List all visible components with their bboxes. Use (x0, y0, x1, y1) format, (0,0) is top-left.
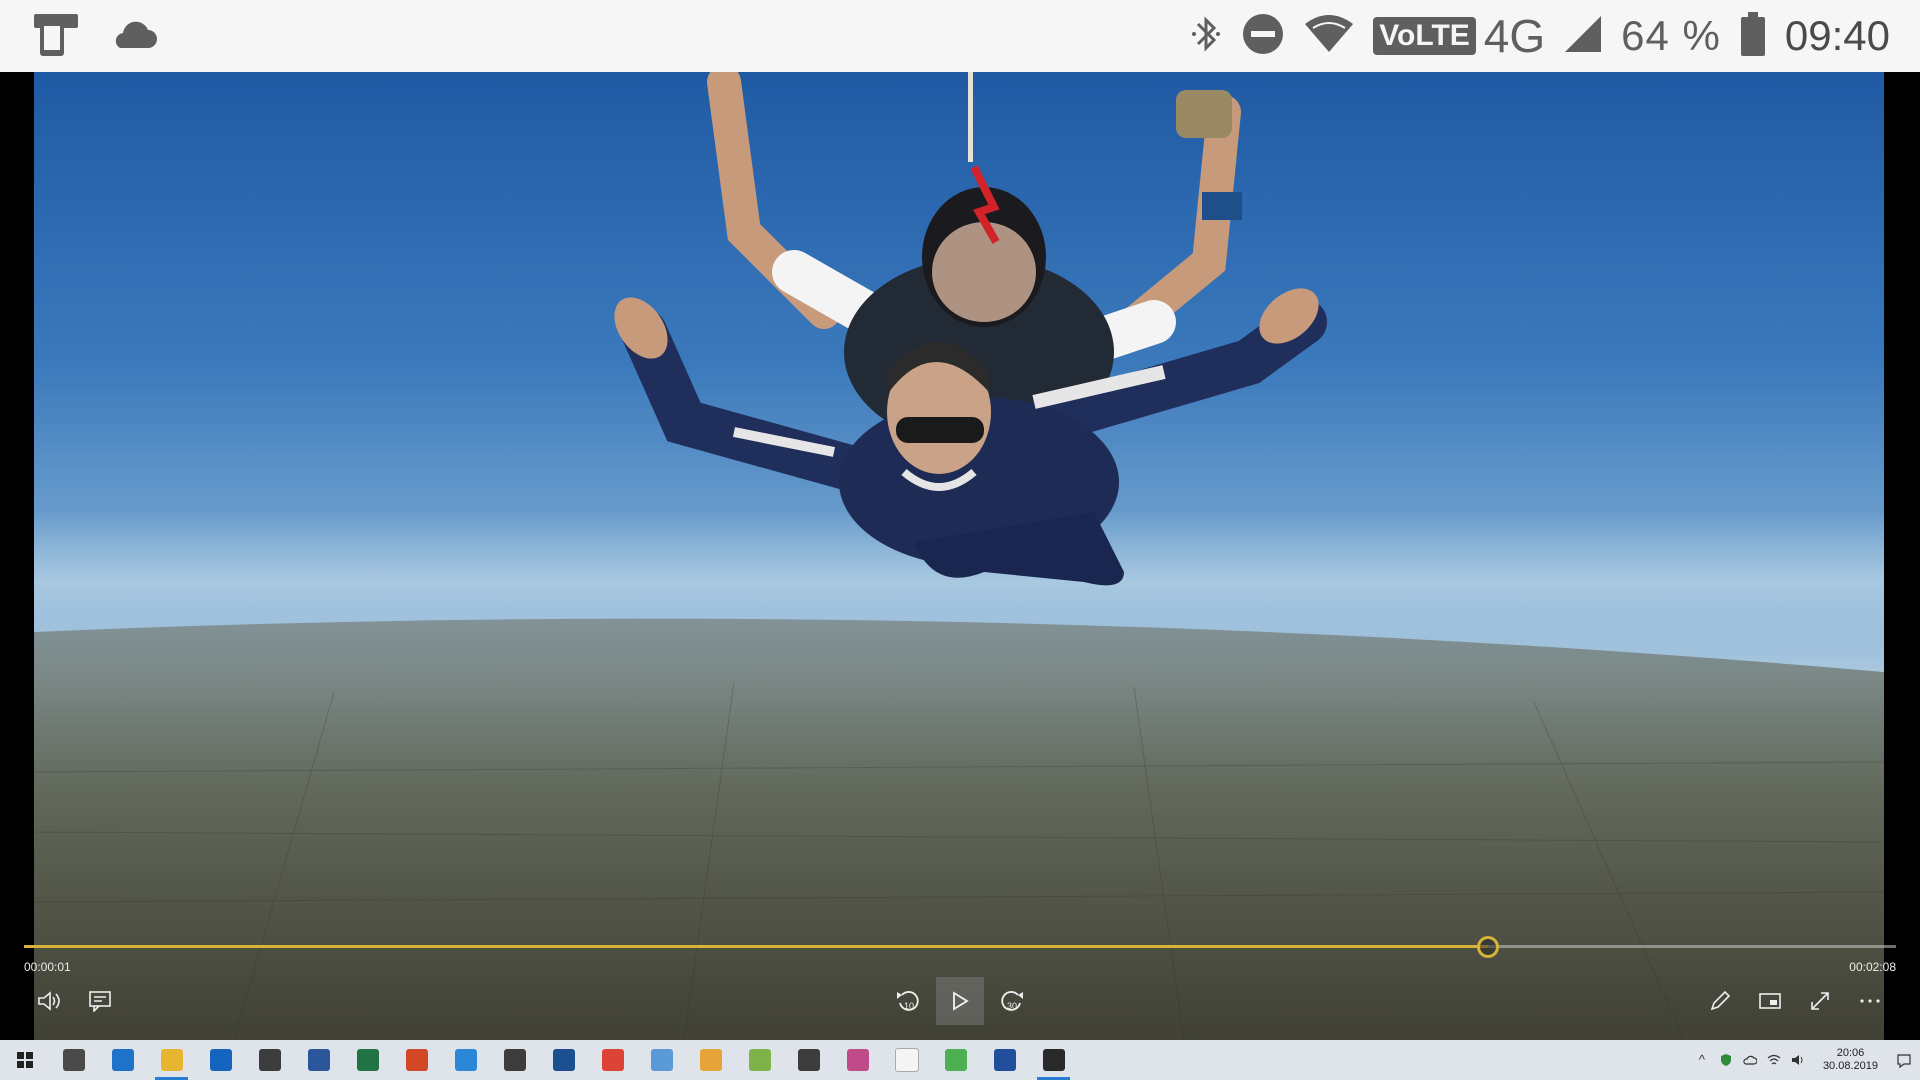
volte-badge: VoLTE (1373, 17, 1476, 55)
video-viewport[interactable] (0, 72, 1920, 1040)
wifi-icon (1303, 14, 1355, 59)
chat-app[interactable] (931, 1040, 980, 1080)
security-icon[interactable] (1719, 1053, 1733, 1067)
paint-icon (748, 1049, 771, 1071)
pencil-icon (1710, 990, 1731, 1011)
store-app[interactable] (539, 1040, 588, 1080)
movies-icon (1042, 1049, 1065, 1071)
ellipsis-icon (1860, 999, 1880, 1003)
onedrive-icon (894, 1048, 919, 1072)
battery-icon (1739, 11, 1767, 62)
mail-icon (258, 1049, 281, 1071)
windows-taskbar: ^ 20:06 30.08.2019 (0, 1040, 1920, 1080)
do-not-disturb-icon (1241, 12, 1285, 61)
settings-icon (503, 1049, 526, 1071)
network-icon[interactable] (1767, 1053, 1781, 1067)
powerpoint-icon (405, 1049, 428, 1071)
calculator-icon (797, 1049, 820, 1071)
signal-icon (1563, 14, 1603, 59)
remote-desktop-app[interactable] (441, 1040, 490, 1080)
file-explorer-app[interactable] (147, 1040, 196, 1080)
forward-30-button[interactable]: 30 (988, 977, 1036, 1025)
onedrive-icon[interactable] (1743, 1053, 1758, 1067)
outlook-icon (209, 1049, 232, 1071)
remote-desktop-icon (454, 1049, 477, 1071)
edit-button[interactable] (1696, 977, 1744, 1025)
video-frame-skydivers (34, 72, 1884, 1040)
file-explorer-icon (160, 1049, 183, 1071)
taskbar-time: 20:06 (1836, 1047, 1865, 1059)
cloud-icon (108, 18, 158, 55)
onedrive-app[interactable] (882, 1040, 931, 1080)
chat-icon (944, 1049, 967, 1071)
mini-view-icon (1759, 993, 1781, 1009)
edge-app[interactable] (98, 1040, 147, 1080)
task-view-button[interactable] (49, 1040, 98, 1080)
taskbar-clock[interactable]: 20:06 30.08.2019 (1815, 1047, 1886, 1073)
volume-icon (38, 991, 60, 1011)
play-button[interactable] (936, 977, 984, 1025)
excel-icon (356, 1049, 379, 1071)
excel-app[interactable] (343, 1040, 392, 1080)
seek-bar-thumb[interactable] (1476, 936, 1499, 958)
status-clock: 09:40 (1784, 12, 1890, 59)
captions-icon (89, 991, 111, 1012)
edge-icon (111, 1049, 134, 1071)
outlook-app[interactable] (196, 1040, 245, 1080)
speaker-icon[interactable] (1791, 1053, 1805, 1067)
chrome-app[interactable] (588, 1040, 637, 1080)
forward-icon: 30 (1001, 991, 1023, 1011)
notification-icon[interactable] (1896, 1053, 1911, 1069)
word-icon (307, 1049, 330, 1071)
device-mirror-icon (30, 10, 82, 63)
messaging-icon (650, 1049, 673, 1071)
total-duration: 00:02:08 (1849, 960, 1896, 974)
task-view-icon (62, 1049, 85, 1071)
calculator-app[interactable] (784, 1040, 833, 1080)
mail-app[interactable] (245, 1040, 294, 1080)
taskbar-date: 30.08.2019 (1822, 1060, 1878, 1072)
paint-app[interactable] (735, 1040, 784, 1080)
forward-label: 30 (1007, 1001, 1017, 1011)
subtitles-button[interactable] (76, 977, 124, 1025)
photos-icon (846, 1049, 869, 1071)
media-icon (699, 1049, 722, 1071)
android-status-bar: VoLTE 4G 64 % 09:40 (0, 0, 1920, 72)
movies-app[interactable] (1029, 1040, 1078, 1080)
rewind-icon: 10 (897, 991, 919, 1011)
powerpoint-app[interactable] (392, 1040, 441, 1080)
chevron-up-icon[interactable]: ^ (1695, 1053, 1709, 1067)
fullscreen-icon (1811, 992, 1829, 1010)
seek-bar[interactable] (24, 936, 1896, 958)
store-icon (552, 1049, 575, 1071)
camera-icon (993, 1049, 1016, 1071)
messaging-app[interactable] (637, 1040, 686, 1080)
fullscreen-button[interactable] (1796, 977, 1844, 1025)
rewind-10-button[interactable]: 10 (884, 977, 932, 1025)
start-button[interactable] (0, 1040, 49, 1080)
bluetooth-icon (1189, 12, 1223, 61)
network-type-label: 4G (1483, 10, 1546, 62)
word-app[interactable] (294, 1040, 343, 1080)
camera-app[interactable] (980, 1040, 1029, 1080)
chrome-icon (601, 1049, 624, 1071)
more-options-button[interactable] (1846, 977, 1894, 1025)
photos-app[interactable] (833, 1040, 882, 1080)
elapsed-time: 00:00:01 (24, 960, 71, 974)
seek-bar-fill (24, 945, 1488, 948)
mini-view-button[interactable] (1746, 977, 1794, 1025)
rewind-label: 10 (904, 1001, 914, 1011)
pinned-apps (49, 1040, 1078, 1080)
media-app[interactable] (686, 1040, 735, 1080)
battery-percentage: 64 % (1621, 12, 1721, 59)
play-icon (953, 991, 969, 1011)
volume-button[interactable] (26, 977, 74, 1025)
windows-logo-icon (16, 1052, 33, 1068)
settings-app[interactable] (490, 1040, 539, 1080)
system-tray: ^ 20:06 30.08.2019 (1695, 1040, 1920, 1080)
